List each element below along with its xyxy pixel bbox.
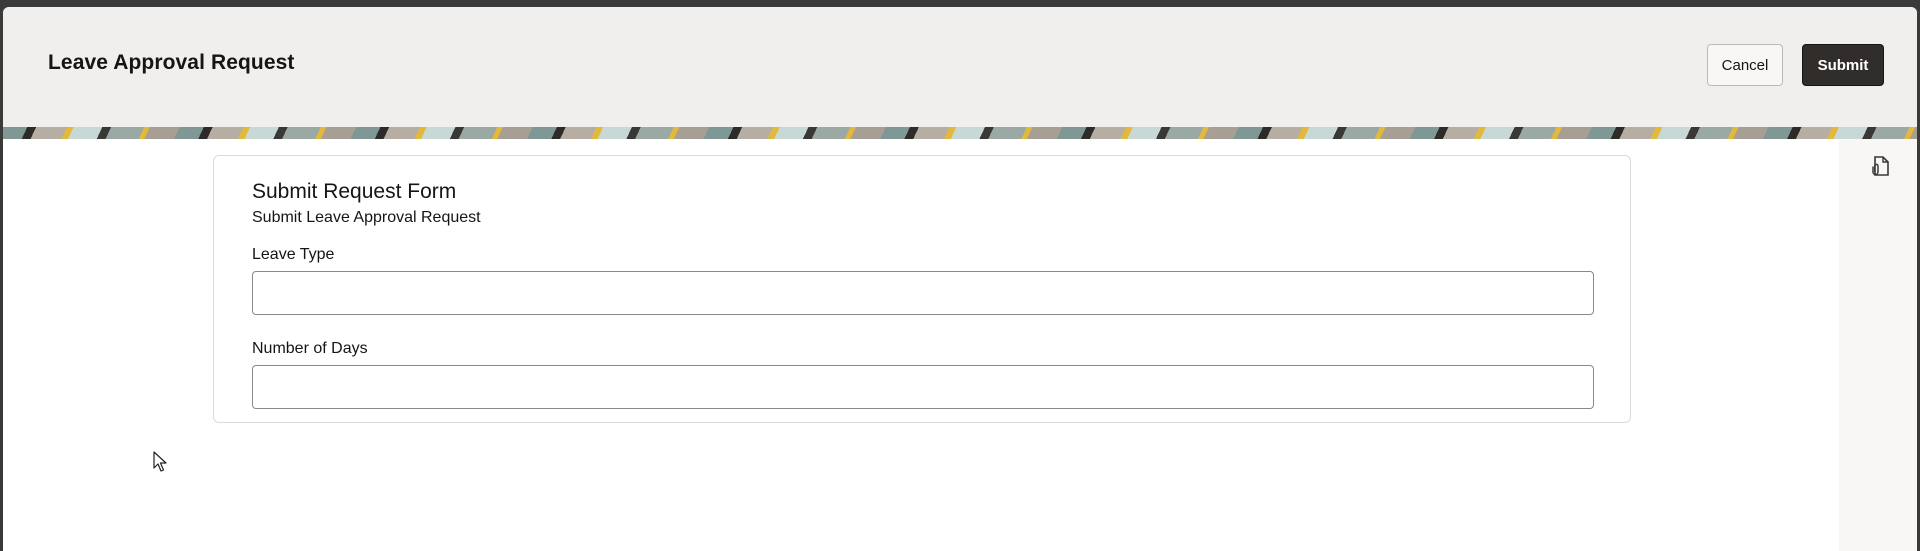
attachment-icon[interactable] — [1869, 155, 1891, 177]
form-subtitle: Submit Leave Approval Request — [252, 209, 481, 226]
page-header: Leave Approval Request Cancel Submit — [3, 7, 1917, 127]
app-window: Leave Approval Request Cancel Submit Sub… — [3, 7, 1917, 551]
form-title: Submit Request Form — [252, 180, 457, 203]
decorative-banner — [3, 127, 1917, 139]
number-of-days-input[interactable] — [252, 365, 1594, 409]
leave-type-input[interactable] — [252, 271, 1594, 315]
number-of-days-label: Number of Days — [252, 340, 368, 357]
leave-type-label: Leave Type — [252, 246, 335, 263]
cancel-button[interactable]: Cancel — [1707, 44, 1783, 86]
submit-button[interactable]: Submit — [1802, 44, 1884, 86]
request-form-card: Submit Request Form Submit Leave Approva… — [213, 155, 1631, 423]
right-side-panel — [1839, 139, 1917, 551]
page-title: Leave Approval Request — [48, 51, 295, 74]
mouse-pointer-icon — [153, 451, 169, 473]
